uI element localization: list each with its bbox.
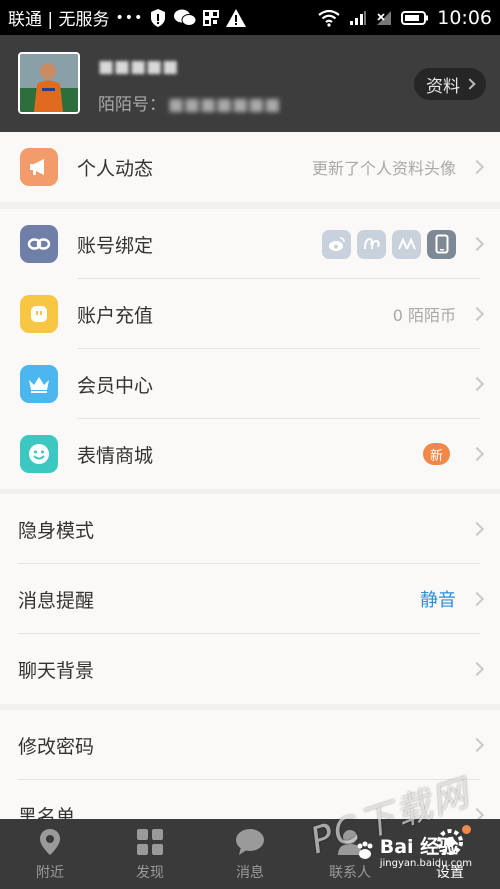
nickname-text: ■■■■■ xyxy=(98,57,179,77)
row-label: 账户充值 xyxy=(77,304,154,327)
chevron-right-icon xyxy=(469,446,485,462)
link-icon xyxy=(20,225,58,263)
section-preferences: 隐身模式 消息提醒 静音 聊天背景 xyxy=(0,494,500,704)
warning-icon xyxy=(225,8,247,28)
status-bar: 联通 | 无服务 ••• 10:06 xyxy=(0,0,500,35)
signal-icon xyxy=(349,10,367,26)
row-account-recharge[interactable]: 账户充值 0 陌陌币 xyxy=(0,279,500,349)
chevron-right-icon xyxy=(469,236,485,252)
grid-icon xyxy=(135,827,165,857)
chevron-right-icon xyxy=(469,159,485,175)
shield-icon xyxy=(149,8,167,28)
avatar[interactable] xyxy=(18,52,80,114)
row-label: 表情商城 xyxy=(77,444,154,467)
more-icon: ••• xyxy=(115,9,144,26)
row-label: 账号绑定 xyxy=(77,234,154,257)
qr-icon xyxy=(203,9,220,26)
section-activity: 个人动态 更新了个人资料头像 xyxy=(0,132,500,202)
tab-messages[interactable]: 消息 xyxy=(200,819,300,889)
row-label: 隐身模式 xyxy=(18,519,95,542)
row-member-center[interactable]: 会员中心 xyxy=(0,349,500,419)
row-label: 会员中心 xyxy=(77,374,154,397)
chevron-right-icon xyxy=(469,591,485,607)
wechat-icon xyxy=(173,8,197,28)
chevron-right-icon xyxy=(464,78,476,90)
row-label: 个人动态 xyxy=(77,157,154,180)
row-stealth-mode[interactable]: 隐身模式 xyxy=(0,494,500,564)
row-personal-activity[interactable]: 个人动态 更新了个人资料头像 xyxy=(0,132,500,202)
row-message-alerts[interactable]: 消息提醒 静音 xyxy=(0,564,500,634)
row-change-password[interactable]: 修改密码 xyxy=(0,710,500,780)
tab-label: 发现 xyxy=(136,864,164,881)
row-chat-background[interactable]: 聊天背景 xyxy=(0,634,500,704)
row-account-binding[interactable]: 账号绑定 xyxy=(0,209,500,279)
douban-icon xyxy=(392,229,421,259)
chevron-right-icon xyxy=(469,521,485,537)
profile-button-label: 资料 xyxy=(426,76,460,97)
wifi-icon xyxy=(317,9,341,27)
paw-icon xyxy=(354,840,376,866)
row-value: 0 陌陌币 xyxy=(392,306,456,325)
tab-label: 附近 xyxy=(36,864,64,881)
chevron-right-icon xyxy=(469,306,485,322)
chevron-right-icon xyxy=(469,376,485,392)
phone-icon xyxy=(427,229,456,259)
momo-id-label: 陌陌号： xyxy=(98,95,166,115)
no-signal-icon xyxy=(375,10,393,26)
weibo-icon xyxy=(322,229,351,259)
section-account: 账号绑定 账户充值 0 陌陌币 会员中心 表情商城 新 xyxy=(0,209,500,489)
baidu-jingyan-text: Bai 经验 xyxy=(379,835,459,858)
profile-button[interactable]: 资料 xyxy=(414,68,486,100)
baidu-jingyan-watermark: Bai 经验 jingyan.baidu.com xyxy=(354,831,472,875)
baidu-jingyan-url: jingyan.baidu.com xyxy=(379,857,472,869)
row-value: 更新了个人资料头像 xyxy=(311,159,456,178)
row-label: 修改密码 xyxy=(18,735,95,758)
coin-icon xyxy=(20,295,58,333)
row-label: 聊天背景 xyxy=(18,659,95,682)
profile-header[interactable]: ■■■■■ 陌陌号： ■■■■■■■ 资料 xyxy=(0,35,500,132)
new-badge: 新 xyxy=(422,443,450,465)
momo-id: 陌陌号： ■■■■■■■ xyxy=(98,90,280,115)
smiley-icon xyxy=(20,435,58,473)
chevron-right-icon xyxy=(469,737,485,753)
crown-icon xyxy=(20,365,58,403)
tab-discover[interactable]: 发现 xyxy=(100,819,200,889)
clock-text: 10:06 xyxy=(437,6,492,29)
row-value: 静音 xyxy=(420,590,456,611)
row-label: 消息提醒 xyxy=(18,589,95,612)
carrier-text: 联通 | 无服务 xyxy=(8,10,110,30)
chevron-right-icon xyxy=(469,661,485,677)
tab-label: 消息 xyxy=(236,864,264,881)
chat-bubble-icon xyxy=(235,827,265,857)
megaphone-icon xyxy=(20,148,58,186)
tab-nearby[interactable]: 附近 xyxy=(0,819,100,889)
row-label: 黑名单 xyxy=(18,805,76,820)
momo-id-value: ■■■■■■■ xyxy=(168,95,281,115)
renren-icon xyxy=(357,229,386,259)
battery-icon xyxy=(401,10,429,26)
bound-accounts xyxy=(322,229,456,259)
location-pin-icon xyxy=(35,827,65,857)
row-emoji-store[interactable]: 表情商城 新 xyxy=(0,419,500,489)
